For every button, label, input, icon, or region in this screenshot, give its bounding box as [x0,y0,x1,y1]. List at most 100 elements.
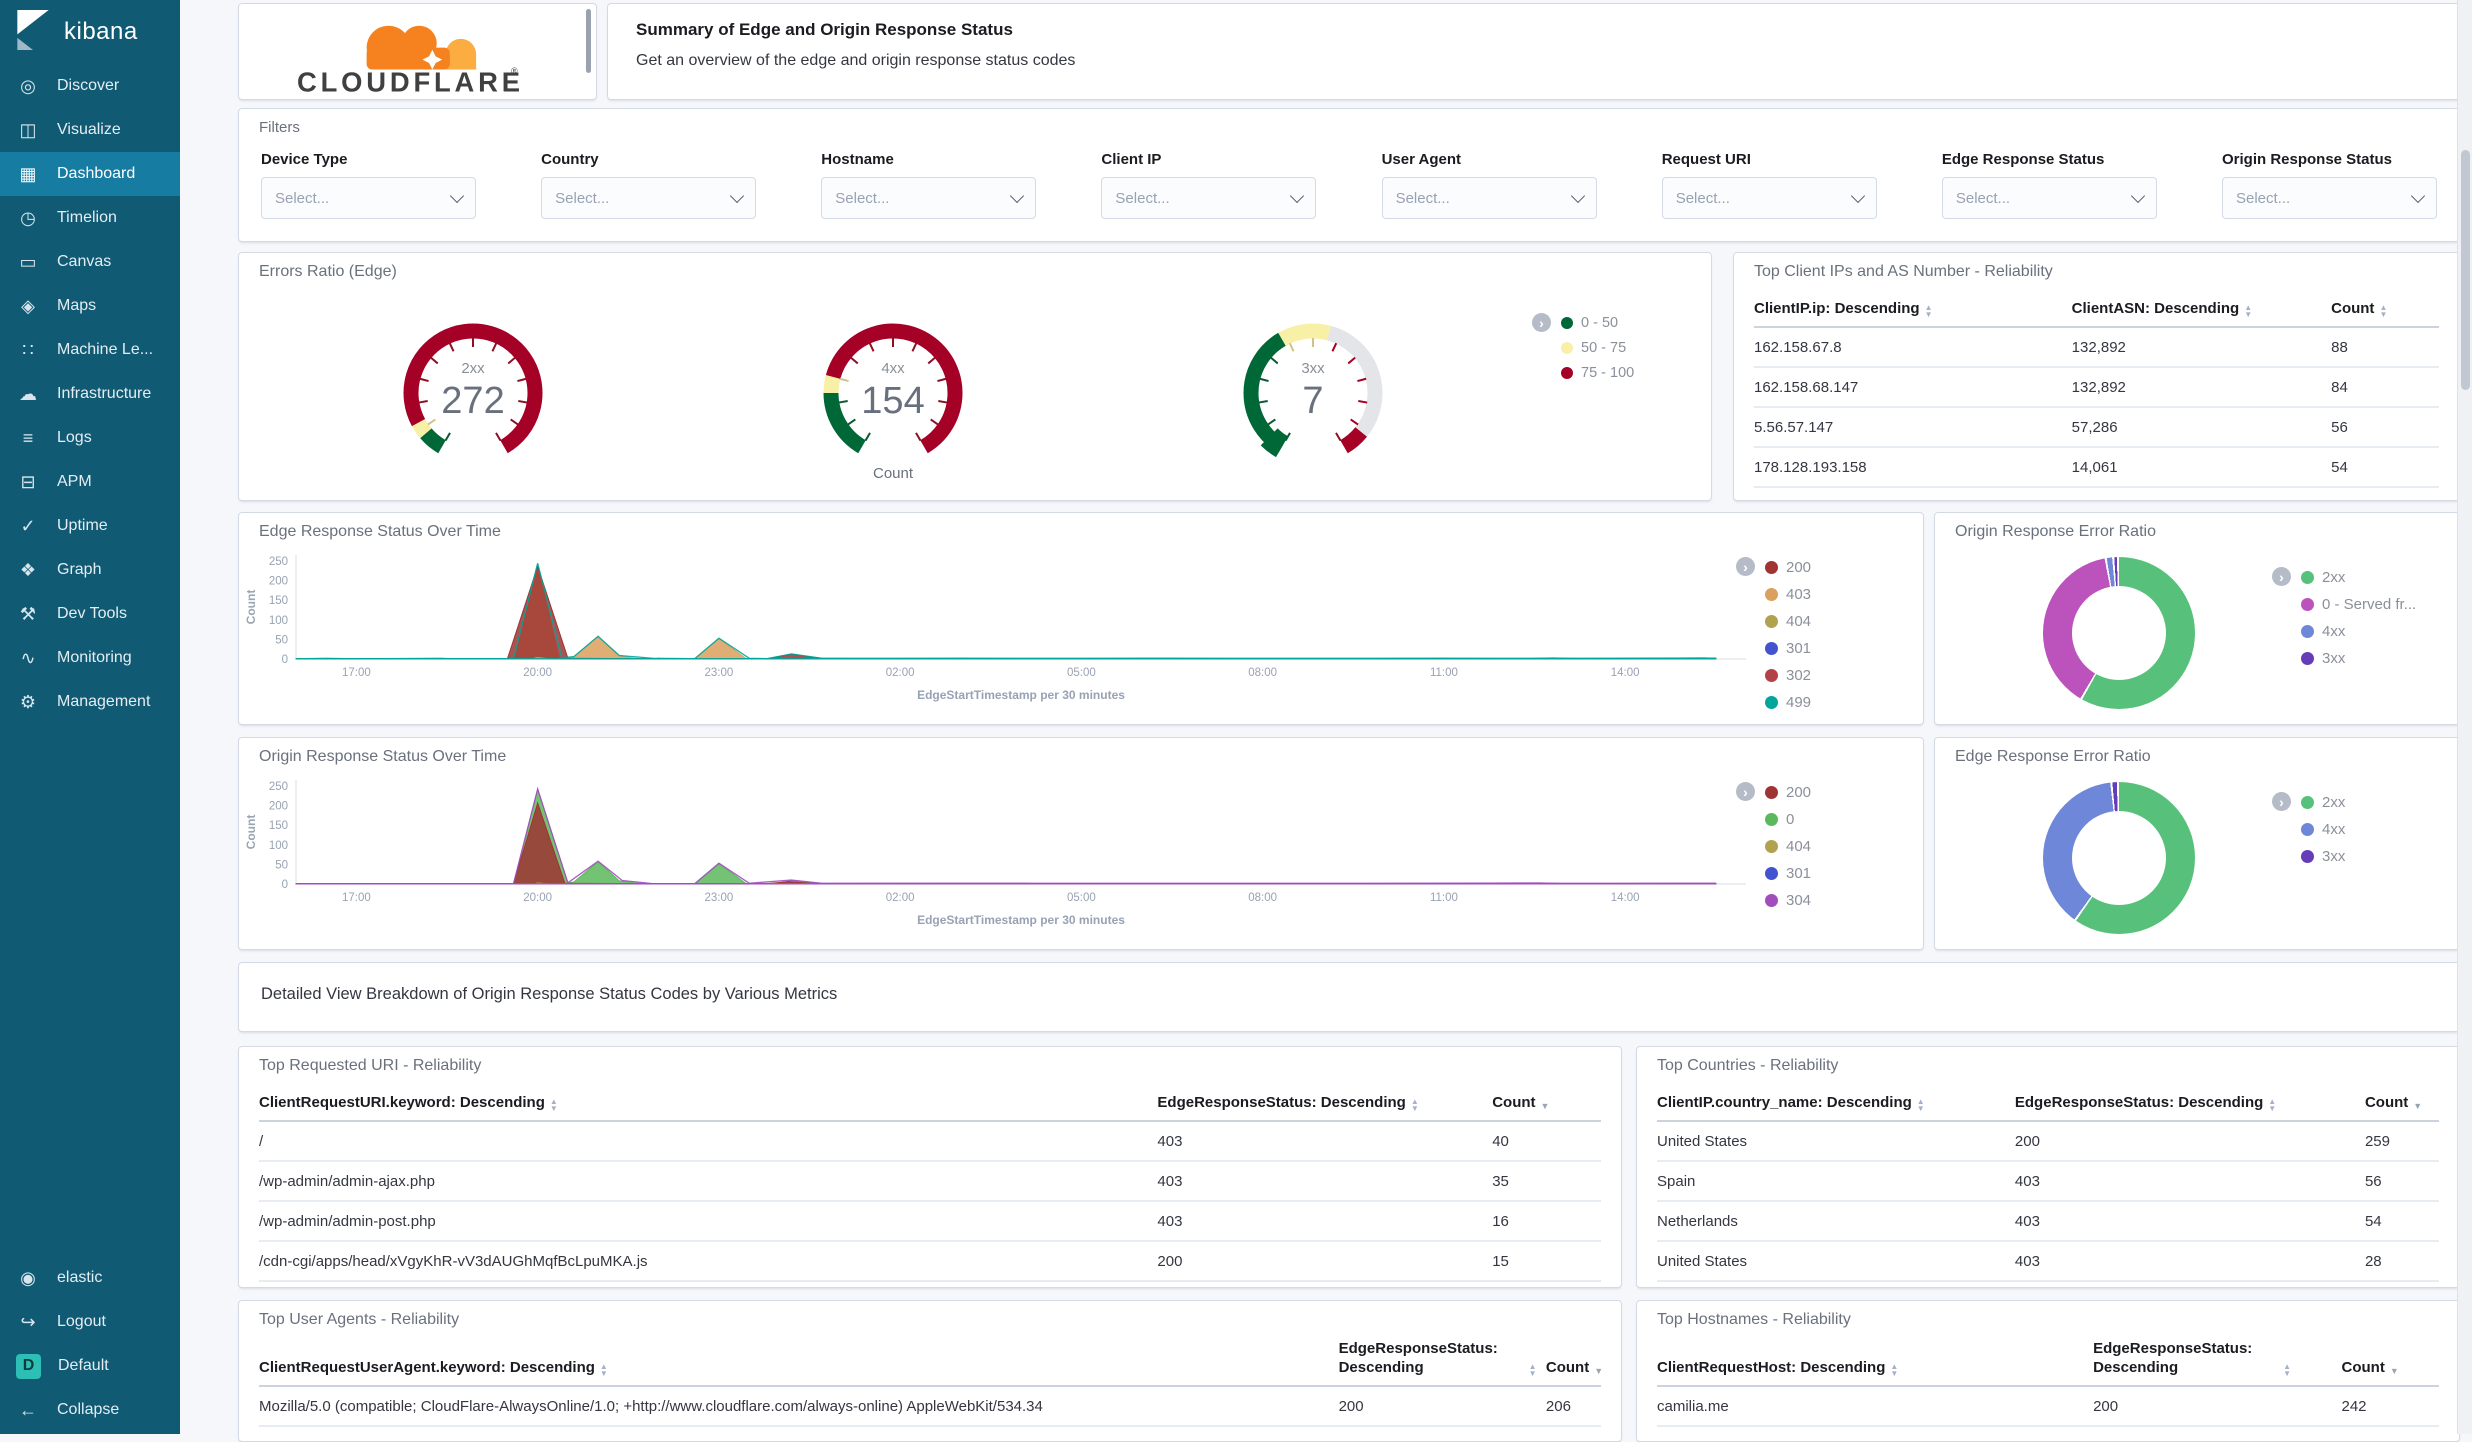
legend-item[interactable]: 75 - 100 [1561,365,1634,381]
origin-time-area-chart[interactable]: 05010015020025017:0020:0023:0002:0005:00… [239,772,1923,942]
page-scrollbar-thumb[interactable] [2461,150,2470,390]
legend-label: 302 [1786,667,1811,684]
column-header[interactable]: ClientRequestUserAgent.keyword: Descendi… [259,1358,1333,1377]
legend-item[interactable]: 403 [1765,586,1811,603]
sort-icon[interactable]: ▲▼ [1925,305,1933,318]
legend-item[interactable]: 2xx [2301,569,2416,586]
legend-expand-icon[interactable]: › [2272,792,2291,811]
column-header[interactable]: Count▼ [1546,1358,1613,1377]
top-hostnames-table: ClientRequestHost: Descending▲▼ EdgeRespo… [1657,1339,2439,1427]
legend-item[interactable]: 404 [1765,613,1811,630]
legend-item[interactable]: 50 - 75 [1561,340,1634,356]
filter-select-client-ip[interactable]: Select... [1101,177,1316,219]
filter-select-country[interactable]: Select... [541,177,756,219]
sort-icon[interactable]: ▲▼ [2283,1364,2291,1377]
sort-icon[interactable]: ▲▼ [2379,305,2387,318]
sidebar-item-elastic[interactable]: ◉elastic [0,1256,180,1300]
column-header[interactable]: ClientIP.ip: Descending▲▼ [1754,299,2066,318]
filter-select-device-type[interactable]: Select... [261,177,476,219]
legend-item[interactable]: 302 [1765,667,1811,684]
sort-desc-icon[interactable]: ▼ [1541,1100,1550,1112]
legend-item[interactable]: 0 - Served fr... [2301,596,2416,613]
sidebar-item-visualize[interactable]: ◫Visualize [0,108,180,152]
origin-ratio-donut-chart[interactable] [2043,557,2195,709]
sort-icon[interactable]: ▲▼ [1917,1099,1925,1112]
panel-title: Top Requested URI - Reliability [259,1057,481,1075]
sort-icon[interactable]: ▲▼ [1890,1364,1898,1377]
column-header[interactable]: ClientRequestHost: Descending▲▼ [1657,1358,2087,1377]
sidebar-item-machine-le[interactable]: ∷Machine Le... [0,328,180,372]
legend-item[interactable]: 499 [1765,694,1811,711]
legend-item[interactable]: 2xx [2301,794,2345,811]
sidebar-item-canvas[interactable]: ▭Canvas [0,240,180,284]
sidebar-item-default[interactable]: DDefault [0,1344,180,1388]
legend-expand-icon[interactable]: › [1736,782,1755,801]
column-header[interactable]: EdgeResponseStatus: Descending▲▼ [2015,1093,2359,1112]
sidebar-item-discover[interactable]: ◎Discover [0,64,180,108]
svg-text:11:00: 11:00 [1430,667,1458,679]
sidebar-item-dashboard[interactable]: ▦Dashboard [0,152,180,196]
edge-time-area-chart[interactable]: 05010015020025017:0020:0023:0002:0005:00… [239,547,1923,717]
legend-expand-icon[interactable]: › [1532,313,1551,332]
sort-icon[interactable]: ▲▼ [550,1099,558,1112]
sidebar-item-infrastructure[interactable]: ☁Infrastructure [0,372,180,416]
legend-item[interactable]: 404 [1765,838,1811,855]
legend-expand-icon[interactable]: › [2272,567,2291,586]
legend-expand-icon[interactable]: › [1736,557,1755,576]
filter-select-origin-response-status[interactable]: Select... [2222,177,2437,219]
sidebar-item-collapse[interactable]: ←Collapse [0,1388,180,1432]
legend-item[interactable]: 301 [1765,640,1811,657]
sort-icon[interactable]: ▲▼ [1411,1099,1419,1112]
legend-item[interactable]: 3xx [2301,848,2345,865]
column-header[interactable]: ClientASN: Descending▲▼ [2072,299,2325,318]
legend-item[interactable]: 304 [1765,892,1811,909]
filter-select-user-agent[interactable]: Select... [1382,177,1597,219]
filter-select-hostname[interactable]: Select... [821,177,1036,219]
legend-item[interactable]: 0 - 50 [1561,315,1634,331]
edge-ratio-donut-chart[interactable] [2043,782,2195,934]
legend-item[interactable]: 200 [1765,784,1811,801]
gauge-2xx[interactable]: 2xx272 [363,309,583,469]
sort-icon[interactable]: ▲▼ [2244,305,2252,318]
legend-item[interactable]: 0 [1765,811,1811,828]
sidebar-item-management[interactable]: ⚙Management [0,680,180,724]
legend-item[interactable]: 4xx [2301,821,2345,838]
sidebar-item-apm[interactable]: ⊟APM [0,460,180,504]
gauge-3xx[interactable]: 3xx7 [1203,309,1423,469]
sort-desc-icon[interactable]: ▼ [2390,1365,2399,1377]
legend-item[interactable]: 301 [1765,865,1811,882]
sidebar-item-uptime[interactable]: ✓Uptime [0,504,180,548]
sort-icon[interactable]: ▲▼ [1529,1364,1537,1377]
sidebar-item-dev-tools[interactable]: ⚒Dev Tools [0,592,180,636]
column-header[interactable]: EdgeResponseStatus: Descending▲▼ [1339,1339,1540,1377]
column-header[interactable]: ClientRequestURI.keyword: Descending▲▼ [259,1093,1151,1112]
column-header[interactable]: EdgeResponseStatus: Descending▲▼ [1157,1093,1486,1112]
page-scrollbar[interactable] [2457,0,2472,1434]
sidebar-item-maps[interactable]: ◈Maps [0,284,180,328]
sidebar-item-graph[interactable]: ❖Graph [0,548,180,592]
column-header[interactable]: Count▼ [2365,1093,2451,1112]
sort-icon[interactable]: ▲▼ [600,1364,608,1377]
sort-icon[interactable]: ▲▼ [2268,1099,2276,1112]
legend-item[interactable]: 3xx [2301,650,2416,667]
column-header[interactable]: ClientIP.country_name: Descending▲▼ [1657,1093,2009,1112]
column-header[interactable]: EdgeResponseStatus: Descending▲▼ [2093,1339,2335,1377]
sort-desc-icon[interactable]: ▼ [2413,1100,2422,1112]
sort-desc-icon[interactable]: ▼ [1594,1365,1603,1377]
gauge-4xx[interactable]: 4xx154 [783,309,1003,469]
legend-item[interactable]: 4xx [2301,623,2416,640]
kibana-logo[interactable]: kibana [0,0,180,64]
legend-item[interactable]: 200 [1765,559,1811,576]
sidebar-item-logout[interactable]: ↪Logout [0,1300,180,1344]
filter-select-request-uri[interactable]: Select... [1662,177,1877,219]
dev-tools-wrench-icon: ⚒ [16,604,40,625]
column-header[interactable]: Count▼ [1492,1093,1613,1112]
panel-scrollbar[interactable] [586,9,591,73]
sidebar-item-label: Machine Le... [57,341,153,359]
column-header[interactable]: Count▼ [2342,1358,2451,1377]
sidebar-item-logs[interactable]: ≡Logs [0,416,180,460]
sidebar-item-timelion[interactable]: ◷Timelion [0,196,180,240]
filter-select-edge-response-status[interactable]: Select... [1942,177,2157,219]
sidebar-item-monitoring[interactable]: ∿Monitoring [0,636,180,680]
column-header[interactable]: Count▲▼ [2331,299,2451,318]
